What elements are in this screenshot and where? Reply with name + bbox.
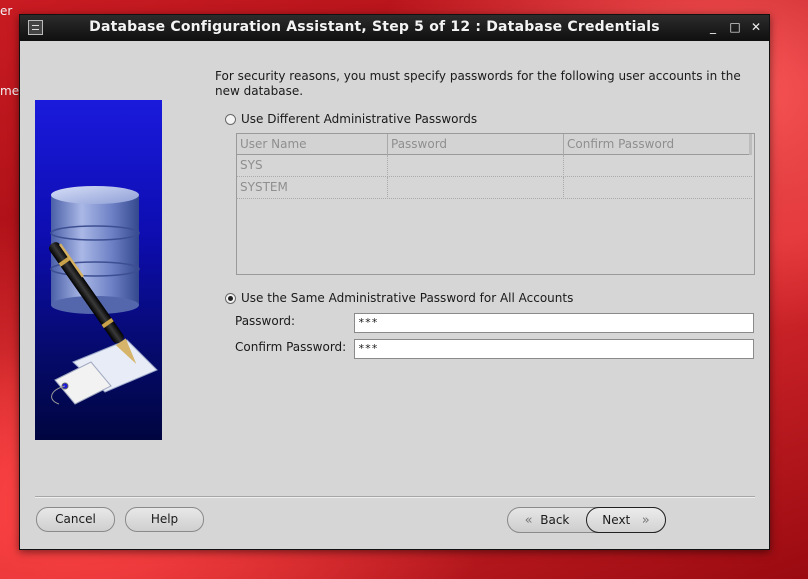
password-input[interactable]: *** [354, 313, 754, 333]
column-header-user-name[interactable]: User Name [237, 134, 387, 154]
maximize-icon[interactable]: □ [727, 19, 743, 35]
cell-confirm-password[interactable] [564, 177, 752, 198]
next-button-label: Next [602, 513, 631, 527]
desktop-edge-text: er [0, 4, 13, 18]
confirm-password-input[interactable]: *** [354, 339, 754, 359]
table-row[interactable]: SYS [237, 155, 752, 177]
cell-user-name: SYS [240, 158, 263, 172]
intro-text: For security reasons, you must specify p… [215, 69, 741, 98]
back-chevron-icon: « [524, 513, 533, 528]
navigation-button-group: « Back Next » [507, 507, 666, 533]
cell-password[interactable] [388, 177, 564, 198]
close-icon[interactable]: ✕ [748, 19, 764, 35]
dialog-content: For security reasons, you must specify p… [20, 41, 769, 549]
button-separator [35, 496, 755, 497]
same-password-label[interactable]: Use the Same Administrative Password for… [241, 291, 573, 305]
column-header-password[interactable]: Password [388, 134, 564, 154]
same-password-option[interactable]: Use the Same Administrative Password for… [225, 291, 573, 305]
different-passwords-label[interactable]: Use Different Administrative Passwords [241, 112, 477, 126]
table-header: User Name Password Confirm Password [237, 134, 752, 155]
different-passwords-option[interactable]: Use Different Administrative Passwords [225, 112, 477, 126]
confirm-password-label: Confirm Password: [235, 340, 347, 354]
table-scroll-edge [749, 134, 752, 155]
back-button-label: Back [540, 513, 570, 527]
desktop-edge-text: me [0, 84, 20, 98]
cancel-button[interactable]: Cancel [36, 507, 115, 532]
different-passwords-radio[interactable] [225, 113, 236, 125]
cell-user-name: SYSTEM [240, 180, 288, 194]
password-label: Password: [235, 314, 296, 328]
window-title: Database Configuration Assistant, Step 5… [89, 19, 660, 35]
dbca-window: Database Configuration Assistant, Step 5… [19, 14, 770, 550]
help-button[interactable]: Help [125, 507, 204, 532]
cell-confirm-password[interactable] [564, 155, 752, 176]
back-button[interactable]: « Back [508, 508, 586, 532]
cell-password[interactable] [388, 155, 564, 176]
same-password-radio[interactable] [225, 292, 236, 304]
title-bar[interactable]: Database Configuration Assistant, Step 5… [20, 15, 769, 41]
next-button[interactable]: Next » [586, 507, 666, 533]
user-credentials-table: User Name Password Confirm Password SYS … [236, 133, 755, 275]
minimize-icon[interactable]: _ [705, 19, 721, 35]
next-chevron-icon: » [641, 513, 650, 528]
database-pen-illustration [35, 100, 162, 440]
table-row[interactable]: SYSTEM [237, 177, 752, 199]
column-header-confirm-password[interactable]: Confirm Password [564, 134, 752, 154]
